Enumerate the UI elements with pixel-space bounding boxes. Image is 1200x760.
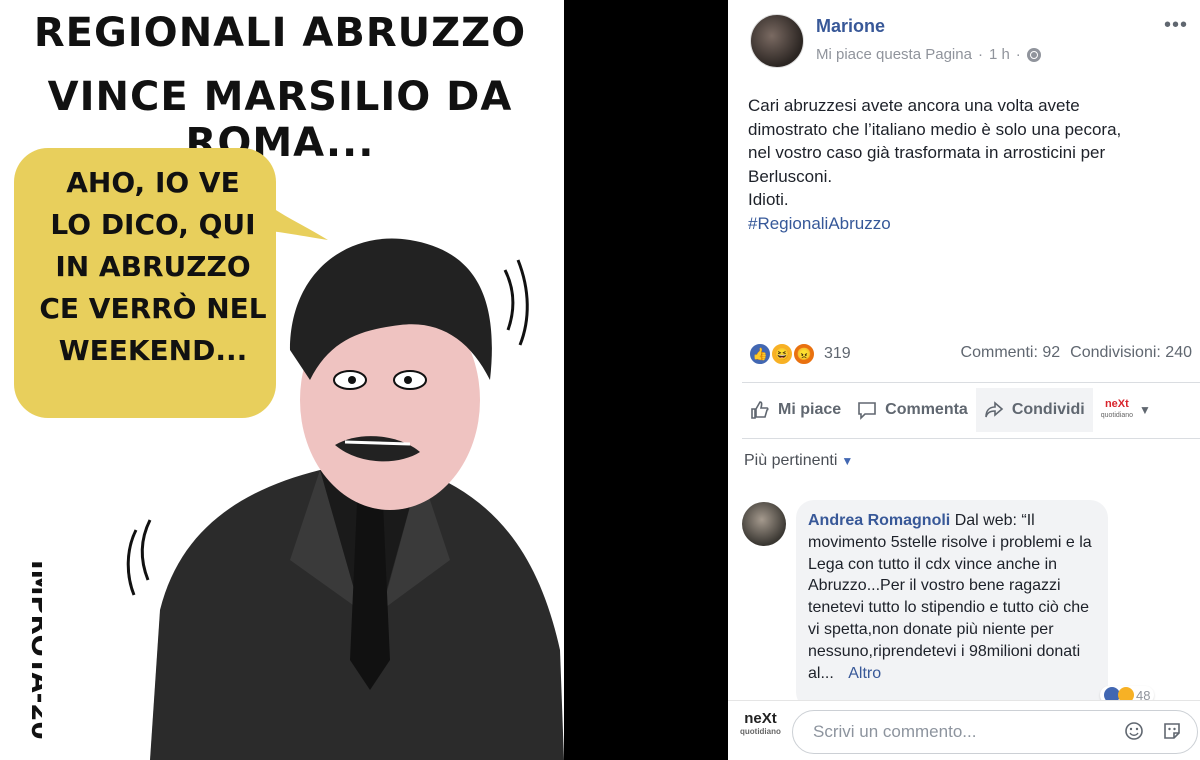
engagement-counts: Commenti: 92 Condivisioni: 240 <box>961 344 1192 362</box>
reactions-summary[interactable]: 👍 😆 😠 319 <box>748 342 851 366</box>
post-text-line: Berlusconi. <box>748 166 833 186</box>
chevron-down-icon: ▼ <box>841 454 854 468</box>
like-reaction-icon: 👍 <box>748 342 772 366</box>
comment-sort-label: Più pertinenti <box>744 452 838 469</box>
comment-text: Dal web: “Il movimento 5stelle risolve i… <box>808 512 1092 682</box>
post-body: Cari abruzzesi avete ancora una volta av… <box>748 94 1178 235</box>
meta-separator: · <box>977 46 983 63</box>
commenter-name[interactable]: Andrea Romagnoli <box>808 512 950 529</box>
see-more-link[interactable]: Altro <box>848 665 881 682</box>
commenter-avatar[interactable] <box>742 502 786 546</box>
comment-button-label: Commenta <box>885 401 968 418</box>
post-text-line: dimostrato che l’italiano medio è solo u… <box>748 119 1122 139</box>
comment-sort-dropdown[interactable]: Più pertinenti ▼ <box>744 452 853 470</box>
post-panel: Marione Mi piace questa Pagina · 1 h · •… <box>728 0 1200 760</box>
comment-body: Andrea Romagnoli Dal web: “Il movimento … <box>808 510 1100 684</box>
like-button[interactable]: Mi piace <box>742 388 849 432</box>
comment-icon <box>858 402 876 420</box>
angry-reaction-icon: 😠 <box>792 342 816 366</box>
thumbs-up-icon <box>751 401 769 419</box>
page-logo-text: neXt <box>1104 398 1129 410</box>
comment-input[interactable] <box>811 721 1115 743</box>
post-time[interactable]: 1 h <box>989 46 1010 63</box>
haha-reaction-icon: 😆 <box>770 342 794 366</box>
share-button-label: Condividi <box>1011 401 1085 418</box>
page-identity-selector[interactable]: neXt quotidiano <box>1101 399 1133 421</box>
emoji-icon[interactable] <box>1124 721 1144 741</box>
post-text-line: nel vostro caso già trasformata in arros… <box>748 143 1106 162</box>
globe-icon <box>1026 47 1041 62</box>
post-image[interactable]: REGIONALI ABRUZZO VINCE MARSILIO DA ROMA… <box>0 0 564 760</box>
post-text-line: Cari abruzzesi avete ancora una volta av… <box>748 96 1080 115</box>
post-author-name[interactable]: Marione <box>816 16 885 37</box>
artist-signature: IMPROTA-2019 <box>25 560 42 740</box>
post-meta: Mi piace questa Pagina · 1 h · <box>816 46 1041 63</box>
like-button-label: Mi piace <box>778 401 842 418</box>
post-text-line: Idioti. <box>748 190 789 209</box>
svg-text:IMPROTA-2019: IMPROTA-2019 <box>25 560 42 740</box>
comments-count-link[interactable]: Commenti: 92 <box>961 344 1061 362</box>
like-page-link[interactable]: Mi piace questa Pagina <box>816 46 972 63</box>
post-actions: Mi piace Commenta Condividi neXt quotidi… <box>742 388 1200 432</box>
hashtag-link[interactable]: #RegionaliAbruzzo <box>748 212 1178 236</box>
shares-count-link[interactable]: Condivisioni: 240 <box>1070 344 1192 362</box>
more-dots-icon[interactable]: ••• <box>1164 14 1188 37</box>
sticker-icon[interactable] <box>1162 721 1182 741</box>
page-logo-subtext: quotidiano <box>1100 412 1134 419</box>
caricature-figure <box>126 238 564 760</box>
chevron-down-icon[interactable]: ▼ <box>1139 403 1151 417</box>
author-avatar[interactable] <box>750 14 804 68</box>
divider <box>742 438 1200 439</box>
reactions-count: 319 <box>824 345 851 362</box>
media-gap <box>564 0 728 760</box>
divider <box>742 382 1200 383</box>
meta-separator: · <box>1015 46 1021 63</box>
composer-logo-subtext: quotidiano <box>740 727 781 736</box>
speech-line: AHO, IO VE <box>66 166 240 199</box>
share-icon <box>985 401 1004 418</box>
comment-button[interactable]: Commenta <box>849 388 976 432</box>
share-button[interactable]: Condividi <box>975 388 1093 432</box>
cartoon-headline-line1: REGIONALI ABRUZZO <box>33 10 527 56</box>
composer-page-avatar: neXt quotidiano <box>740 711 781 738</box>
